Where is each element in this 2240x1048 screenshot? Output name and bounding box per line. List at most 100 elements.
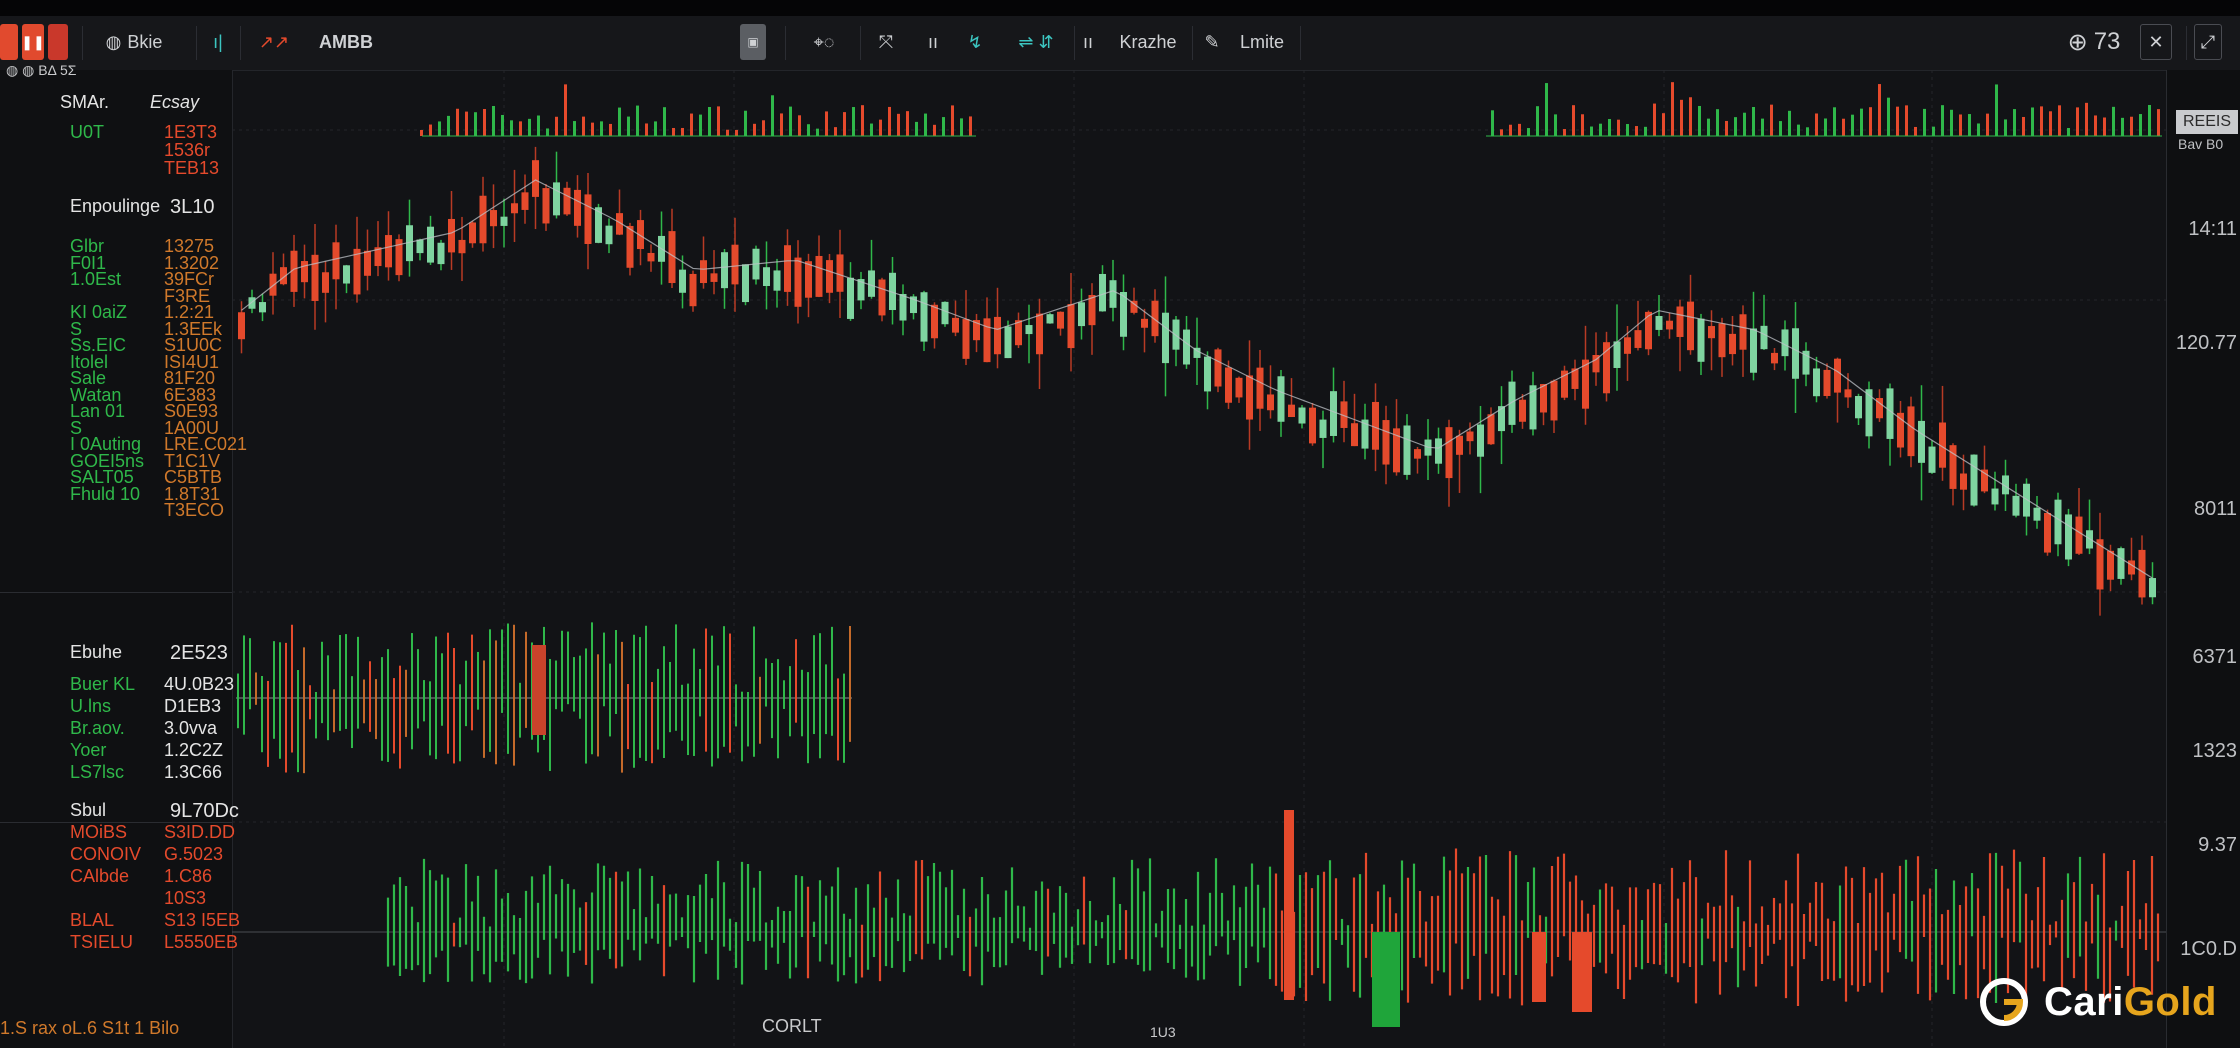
top-volume-bar bbox=[1716, 109, 1719, 136]
top-volume-bar bbox=[933, 124, 936, 136]
candle-body bbox=[553, 182, 560, 216]
candle-body bbox=[1907, 406, 1915, 457]
top-volume-bar bbox=[1806, 127, 1809, 136]
zoom-value: 73 bbox=[2093, 28, 2121, 55]
top-volume-bar bbox=[2121, 117, 2124, 136]
candle-body bbox=[1067, 304, 1075, 349]
top-volume-bar bbox=[555, 116, 558, 136]
fib-icon[interactable]: ıı bbox=[1078, 24, 1098, 60]
top-volume-bar bbox=[510, 120, 513, 136]
candle-body bbox=[521, 192, 529, 210]
top-volume-bar bbox=[2040, 106, 2043, 136]
top-volume-bar bbox=[537, 115, 540, 136]
top-volume-bar bbox=[1815, 113, 1818, 136]
candle-body bbox=[1823, 369, 1831, 396]
layout-icon[interactable]: ▣ bbox=[740, 24, 766, 60]
candle-body bbox=[1634, 330, 1642, 348]
top-volume-bar bbox=[1851, 114, 1854, 136]
candle-body bbox=[574, 189, 581, 226]
expand-icon[interactable]: ⤢ bbox=[2194, 24, 2222, 60]
candle-body bbox=[721, 252, 728, 289]
candle-body bbox=[1970, 454, 1978, 506]
histogram-bar bbox=[1372, 932, 1400, 1027]
candle-body bbox=[1781, 329, 1789, 357]
top-volume-bar bbox=[1779, 121, 1782, 136]
candle-body bbox=[1487, 414, 1495, 445]
top-volume-bar bbox=[600, 121, 603, 136]
candle-body bbox=[1256, 367, 1264, 409]
candle-body bbox=[1466, 431, 1474, 442]
candle-body bbox=[763, 267, 770, 287]
top-volume-bar bbox=[1923, 108, 1926, 136]
watchlist-row-value: 4U.0B23 bbox=[164, 674, 235, 694]
candle-body bbox=[773, 270, 781, 291]
zoom-control[interactable]: ⊕ 73 bbox=[2062, 24, 2126, 60]
candle-body bbox=[269, 273, 277, 296]
top-volume-bar bbox=[1761, 118, 1764, 136]
top-volume-bar bbox=[924, 113, 927, 136]
sidebar-section-title: Sbul bbox=[70, 800, 107, 820]
candle-body bbox=[836, 254, 844, 292]
top-volume-bar bbox=[780, 113, 783, 136]
pause-icon[interactable]: ❚❚ bbox=[21, 24, 45, 60]
histogram-bar bbox=[1572, 932, 1592, 1012]
candle-body bbox=[605, 225, 613, 245]
stop-icon[interactable] bbox=[48, 24, 68, 60]
symbol-search-button[interactable]: ◍ Bkie bbox=[88, 24, 180, 60]
histogram-bar bbox=[1284, 810, 1294, 1000]
watchlist-row-value: L5550EB bbox=[164, 932, 239, 952]
candle-body bbox=[1288, 404, 1295, 418]
last-price-sub: Bav B0 bbox=[2178, 136, 2224, 152]
bar-type-icon[interactable]: ı| bbox=[204, 24, 232, 60]
candle-body bbox=[1603, 342, 1610, 394]
sidebar-section-value: 3L10 bbox=[170, 196, 215, 218]
brush-icon[interactable]: ✎ bbox=[1200, 24, 1224, 60]
candle-body bbox=[920, 292, 928, 342]
trendline-icon[interactable]: ⇌ ⇵ bbox=[1006, 24, 1066, 60]
price-chart[interactable] bbox=[232, 70, 2166, 1048]
candle-body bbox=[1456, 435, 1463, 455]
crosshair-icon[interactable]: ıı bbox=[920, 24, 946, 60]
watchlist-row-value: G.5023 bbox=[164, 844, 224, 864]
top-volume-bar bbox=[1788, 110, 1791, 136]
candle-body bbox=[1204, 356, 1211, 392]
price-axis[interactable]: 14:11 120.77 8011 6371 1323 9.37 1C0.D bbox=[2166, 70, 2240, 1048]
watchlist-row-label: CONOIV bbox=[70, 844, 142, 864]
camera-icon[interactable]: ⌖◌ bbox=[794, 24, 854, 60]
price-axis-label: 6371 bbox=[2192, 646, 2238, 668]
watchlist-row-value: 10S3 bbox=[164, 888, 207, 908]
candle-body bbox=[1519, 399, 1526, 422]
text-tool-button[interactable]: Krazhe bbox=[1108, 24, 1188, 60]
top-volume-bar bbox=[1959, 114, 1962, 136]
top-volume-bar bbox=[744, 110, 747, 136]
fullscreen-icon[interactable]: ✕ bbox=[2140, 24, 2172, 60]
top-volume-bar bbox=[708, 107, 711, 136]
top-volume-bar bbox=[1734, 117, 1737, 136]
sidebar-section-value: 2E523 bbox=[170, 642, 228, 664]
watchlist-row-label: U0T bbox=[70, 122, 105, 142]
top-volume-bar bbox=[906, 111, 909, 136]
indicator-icon[interactable]: ↗↗ bbox=[246, 24, 302, 60]
top-volume-bar bbox=[1977, 123, 1980, 136]
interval-button[interactable]: AMBB bbox=[312, 24, 380, 60]
pen-icon[interactable]: ↯ bbox=[960, 24, 990, 60]
candle-body bbox=[1739, 314, 1747, 350]
top-volume-bar bbox=[1662, 113, 1665, 136]
top-volume-bar bbox=[888, 106, 891, 136]
candle-body bbox=[1004, 326, 1012, 359]
watchlist-header-left[interactable]: SMAr. bbox=[60, 92, 109, 113]
top-volume-bar bbox=[870, 123, 873, 136]
top-volume-bar bbox=[1500, 129, 1503, 136]
record-icon[interactable] bbox=[0, 24, 18, 60]
measure-tool-button[interactable]: Lmite bbox=[1232, 24, 1292, 60]
top-volume-bar bbox=[2031, 107, 2034, 136]
top-volume-bar bbox=[1995, 84, 1998, 136]
candle-body bbox=[1729, 333, 1736, 355]
candle-body bbox=[490, 210, 497, 227]
watchlist-row-label: MOiBS bbox=[70, 822, 128, 842]
watchlist-header-right[interactable]: Ecsay bbox=[150, 92, 199, 113]
top-volume-bar bbox=[672, 127, 675, 136]
cursor-icon[interactable]: ⤧ bbox=[866, 24, 906, 60]
top-volume-bar bbox=[474, 112, 477, 136]
top-volume-bar bbox=[2085, 102, 2088, 136]
